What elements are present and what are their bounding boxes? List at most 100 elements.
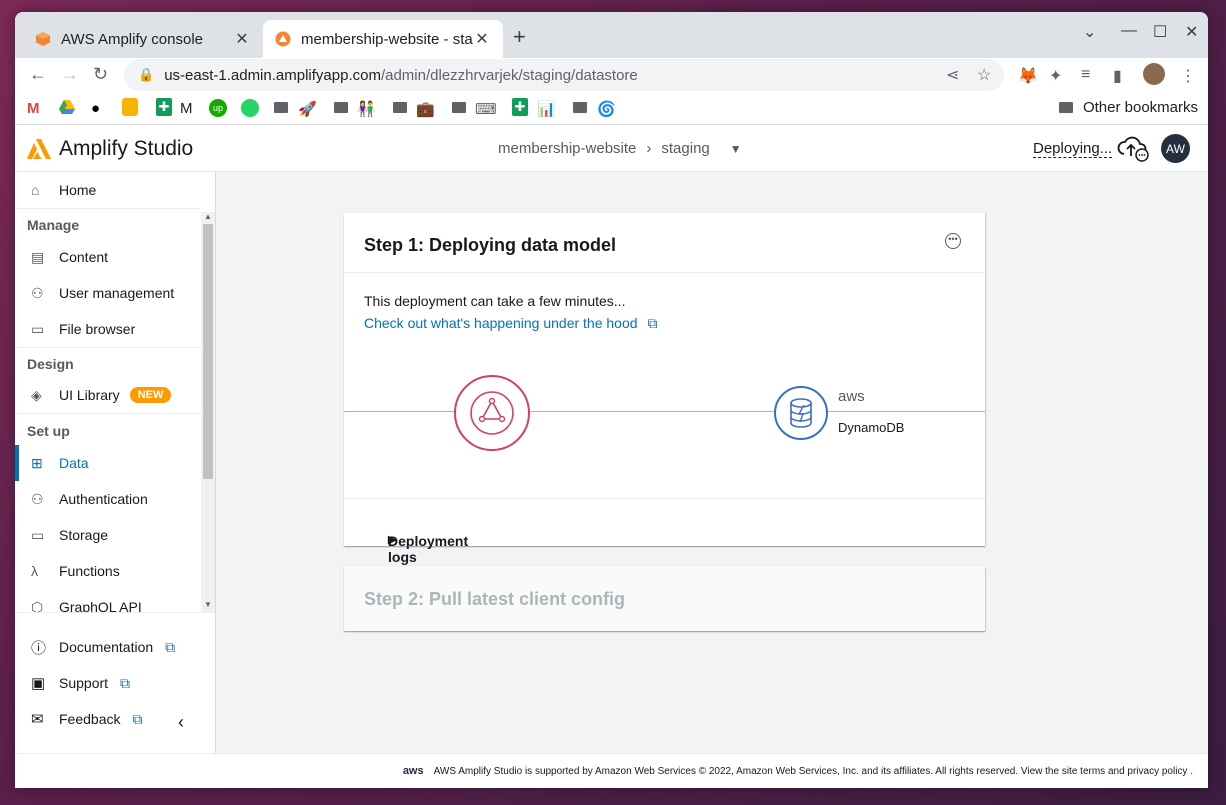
page-footer: aws AWS Amplify Studio is supported by A… — [15, 753, 1208, 788]
external-link-icon: ⧉ — [120, 674, 131, 691]
step2-title: Step 2: Pull latest client config — [364, 589, 626, 609]
feedback-link[interactable]: ✉ Feedback ⧉ — [31, 707, 142, 731]
chart-bookmark-icon[interactable]: 📊 — [537, 100, 556, 118]
folder-icon[interactable] — [393, 102, 407, 113]
sheets-icon[interactable]: ✚ — [156, 98, 172, 116]
connection-line — [344, 411, 985, 412]
folder-icon[interactable] — [452, 102, 466, 113]
folder-icon: ▭ — [31, 526, 45, 543]
more-options-icon[interactable]: ••• — [945, 233, 961, 249]
content-area: Step 1: Deploying data model ••• This de… — [216, 172, 1208, 753]
divider — [15, 413, 201, 414]
media-icon[interactable]: ≡ — [1081, 66, 1090, 84]
sidebar-item-ui-library[interactable]: ◈ UI Library NEW — [15, 377, 201, 413]
address-bar[interactable]: 🔒 us-east-1.admin.amplifyapp.com/admin/d… — [124, 59, 1004, 91]
link-label: Check out what's happening under the hoo… — [364, 315, 638, 331]
drive-icon[interactable] — [59, 100, 75, 118]
sidebar-item-file-browser[interactable]: ▭ File browser — [15, 311, 201, 347]
metamask-icon[interactable]: 🦊 — [1018, 66, 1038, 86]
bookmark-m[interactable]: M — [180, 100, 193, 117]
sidebar-item-home[interactable]: ⌂ Home — [15, 172, 201, 208]
sidebar: ⌂ Home Manage ▤ Content ⚇ User managemen… — [15, 172, 215, 612]
under-the-hood-link[interactable]: Check out what's happening under the hoo… — [364, 315, 657, 332]
people-icon[interactable]: 👫 — [357, 100, 376, 118]
sheets-icon[interactable]: ✚ — [512, 98, 528, 116]
whatsapp-icon[interactable] — [241, 99, 259, 117]
folder-icon[interactable] — [334, 102, 348, 113]
user-avatar[interactable]: AW — [1161, 134, 1190, 163]
back-icon[interactable]: ← — [29, 64, 47, 85]
sidebar-item-authentication[interactable]: ⚇ Authentication — [15, 481, 201, 517]
sidebar-item-data[interactable]: ⊞ Data — [15, 445, 201, 481]
keyboard-icon[interactable]: ⌨ — [475, 100, 497, 118]
tab-aws-amplify-console[interactable]: AWS Amplify console ✕ — [23, 20, 263, 58]
aws-logo: aws — [402, 765, 424, 777]
url-host: us-east-1.admin.amplifyapp.com — [164, 66, 381, 84]
folder-icon[interactable] — [274, 102, 288, 113]
close-tab-icon[interactable]: ✕ — [233, 29, 251, 49]
sidebar-item-storage[interactable]: ▭ Storage — [15, 517, 201, 553]
support-link[interactable]: ▣ Support ⧉ — [31, 671, 130, 695]
minimize-icon[interactable]: — — [1121, 22, 1137, 40]
scrollbar-thumb[interactable] — [203, 224, 213, 479]
step1-card: Step 1: Deploying data model ••• This de… — [344, 213, 985, 565]
deployment-logs-toggle[interactable]: ▶ Deployment logs — [344, 498, 985, 565]
sidebar-item-graphql-api[interactable]: ⬡ GraphQL API — [15, 589, 201, 613]
new-tab-button[interactable]: + — [513, 24, 526, 50]
folder-icon — [1058, 102, 1073, 113]
bookmark-star-icon[interactable]: ☆ — [977, 65, 991, 85]
scroll-up-icon[interactable]: ▲ — [204, 212, 212, 221]
amplify-studio-logo[interactable]: Amplify Studio — [27, 137, 193, 161]
gmail-icon[interactable]: M — [27, 100, 40, 117]
breadcrumb-app[interactable]: membership-website — [498, 140, 636, 157]
step1-header: Step 1: Deploying data model ••• — [344, 213, 985, 273]
menu-dots-icon[interactable]: ⋮ — [1180, 66, 1196, 86]
folder-icon: ▭ — [31, 320, 45, 337]
amplify-logo-icon — [27, 139, 51, 159]
scroll-down-icon[interactable]: ▼ — [204, 600, 212, 609]
folder-icon[interactable] — [573, 102, 587, 113]
sidebar-item-user-management[interactable]: ⚇ User management — [15, 275, 201, 311]
forward-icon[interactable]: → — [61, 64, 79, 85]
documentation-link[interactable]: ⓘ Documentation ⧉ — [31, 635, 175, 659]
other-bookmarks-label: Other bookmarks — [1082, 99, 1198, 116]
briefcase-icon[interactable]: 💼 — [416, 100, 435, 118]
section-manage: Manage — [27, 217, 80, 233]
deploying-status[interactable]: Deploying... — [1033, 140, 1113, 158]
new-badge: NEW — [129, 387, 172, 403]
amplify-icon — [275, 31, 291, 47]
collapse-sidebar-icon[interactable]: ‹ — [178, 712, 184, 733]
caret-down-icon[interactable]: ▼ — [730, 142, 742, 156]
sidebar-item-functions[interactable]: λ Functions — [15, 553, 201, 589]
external-link-icon: ⧉ — [647, 315, 658, 331]
upwork-icon[interactable]: up — [209, 99, 227, 117]
profile-avatar-icon[interactable] — [1143, 63, 1165, 85]
tab-membership-website[interactable]: membership-website - sta ✕ — [263, 20, 503, 58]
home-icon: ⌂ — [31, 182, 40, 198]
close-tab-icon[interactable]: ✕ — [473, 29, 491, 49]
share-icon[interactable]: ⋖ — [946, 65, 959, 85]
rocket-icon[interactable]: 🚀 — [298, 100, 317, 118]
maximize-icon[interactable]: ☐ — [1153, 22, 1167, 42]
bookmarks-bar: M ● ✚ M up 🚀 👫 💼 ⌨ ✚ 📊 🌀 Other bookmarks — [15, 92, 1208, 125]
side-panel-icon[interactable]: ▮ — [1113, 66, 1122, 86]
browser-toolbar: ← → ↻ 🔒 us-east-1.admin.amplifyapp.com/a… — [15, 58, 1208, 92]
reload-icon[interactable]: ↻ — [93, 64, 108, 85]
section-setup: Set up — [27, 423, 70, 439]
sidebar-item-label: Data — [59, 455, 89, 471]
lambda-icon: λ — [31, 563, 38, 579]
step1-description: This deployment can take a few minutes..… — [364, 293, 626, 309]
keep-icon[interactable] — [122, 98, 138, 116]
browser-window: AWS Amplify console ✕ membership-website… — [15, 12, 1208, 788]
sidebar-item-content[interactable]: ▤ Content — [15, 239, 201, 275]
other-bookmarks[interactable]: Other bookmarks — [1058, 99, 1198, 116]
extensions-icon[interactable]: ✦ — [1049, 66, 1062, 86]
close-window-icon[interactable]: ✕ — [1185, 22, 1198, 42]
info-icon: ⓘ — [31, 639, 47, 657]
github-icon[interactable]: ● — [91, 100, 100, 117]
breadcrumb-env[interactable]: staging — [661, 140, 709, 157]
tab-search-icon[interactable]: ⌄ — [1083, 22, 1096, 42]
cloud-upload-icon[interactable] — [1116, 134, 1150, 167]
sidebar-scrollbar[interactable]: ▲ ▼ — [201, 212, 215, 612]
swirl-icon[interactable]: 🌀 — [597, 100, 616, 118]
